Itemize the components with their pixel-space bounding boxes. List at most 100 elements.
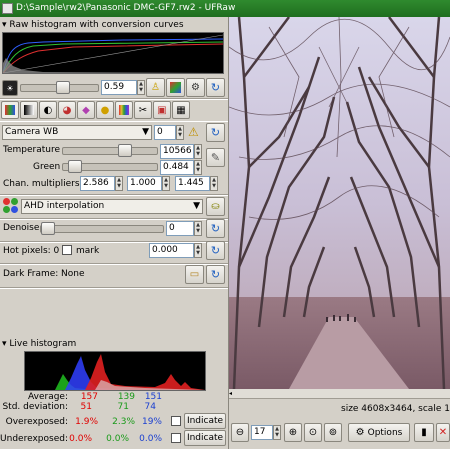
- cancel-button[interactable]: ✕: [436, 423, 450, 442]
- controls-panel: ▾ Raw histogram with conversion curves ☀…: [0, 17, 228, 449]
- wb-fine-tune-input[interactable]: 0: [154, 125, 176, 140]
- underexposed-indicate-button[interactable]: Indicate: [184, 430, 226, 446]
- divider: [0, 194, 228, 196]
- multiplier-green-input[interactable]: 1.000: [127, 176, 162, 191]
- hot-pixels-label: Hot pixels: 0: [3, 246, 60, 256]
- denoise-input[interactable]: 0: [166, 221, 194, 236]
- underexposed-checkbox[interactable]: [171, 433, 181, 443]
- multiplier-blue-input[interactable]: 1.445: [175, 176, 210, 191]
- multiplier-green-spinner[interactable]: ▲ ▼: [162, 176, 170, 191]
- tab-exif[interactable]: ▦: [172, 101, 190, 119]
- live-histogram-graph: [55, 354, 205, 390]
- restore-details-button[interactable]: [166, 78, 185, 97]
- lightness-icon: ●: [100, 104, 110, 116]
- green-slider-thumb[interactable]: [68, 160, 82, 173]
- exposure-input[interactable]: 0.59: [101, 80, 137, 95]
- live-histogram[interactable]: [24, 351, 206, 391]
- interpolation-options-button[interactable]: ⛀: [206, 197, 225, 216]
- multiplier-red-input[interactable]: 2.586: [80, 176, 115, 191]
- hot-pixels-spinner[interactable]: ▲ ▼: [194, 243, 202, 258]
- status-area: ◂ size 4608x3464, scale 1/6: [229, 389, 450, 419]
- divider: [0, 98, 228, 100]
- wb-preset-select[interactable]: Camera WB ▼: [2, 125, 152, 140]
- red-curve: [2, 43, 224, 74]
- temperature-slider-thumb[interactable]: [118, 144, 132, 157]
- tab-grayscale[interactable]: [20, 101, 38, 119]
- overexposed-checkbox[interactable]: [171, 416, 181, 426]
- underexposed-red: 0.0%: [69, 434, 92, 444]
- options-button[interactable]: ⚙ Options: [348, 423, 410, 442]
- tab-lens[interactable]: [115, 101, 133, 119]
- reset-wb-button[interactable]: ↻: [206, 123, 225, 142]
- wb-fine-tune-spinner[interactable]: ▲ ▼: [176, 125, 184, 140]
- tab-lightness[interactable]: ●: [96, 101, 114, 119]
- raw-histogram-label: Raw histogram with conversion curves: [9, 20, 184, 30]
- scroll-left-icon[interactable]: ◂: [229, 389, 237, 398]
- cancel-icon: ✕: [438, 427, 448, 438]
- interpolation-select[interactable]: AHD interpolation ▼: [21, 199, 203, 214]
- denoise-label: Denoise: [3, 223, 40, 233]
- denoise-slider-thumb[interactable]: [41, 222, 55, 235]
- horizontal-scrollbar[interactable]: ◂: [229, 389, 450, 399]
- interpolation-icon: [3, 198, 19, 214]
- green-label: Green: [33, 162, 61, 172]
- corrections-icon: ◆: [82, 104, 90, 116]
- tab-base-curve[interactable]: ◐: [39, 101, 57, 119]
- divider: [0, 218, 228, 220]
- tab-white-balance[interactable]: [1, 101, 19, 119]
- tab-color-management[interactable]: ◕: [58, 101, 76, 119]
- zoom-spinner[interactable]: ▲ ▼: [273, 425, 281, 440]
- restore-details-icon: [170, 82, 181, 93]
- tab-page-border: [0, 121, 228, 122]
- zoom-out-button[interactable]: ⊖: [231, 423, 249, 442]
- denoise-spinner[interactable]: ▲ ▼: [194, 221, 202, 236]
- reset-dark-frame-button[interactable]: ↻: [206, 265, 225, 284]
- tab-save[interactable]: ▣: [153, 101, 171, 119]
- green-spinner[interactable]: ▲ ▼: [194, 160, 202, 175]
- overexposed-indicate-button[interactable]: Indicate: [184, 413, 226, 429]
- folder-icon: ▭: [189, 269, 200, 280]
- raw-histogram[interactable]: [2, 32, 224, 74]
- reset-icon: ↻: [210, 222, 221, 235]
- zoom-input[interactable]: 17: [251, 425, 273, 440]
- options-icon: ⚙: [355, 427, 365, 438]
- dark-frame-label: Dark Frame:: [3, 269, 59, 279]
- zoom-in-button[interactable]: ⊕: [284, 423, 302, 442]
- image-preview[interactable]: [229, 17, 450, 389]
- zoom-fit-button[interactable]: ⊙: [304, 423, 322, 442]
- overexposed-blue: 19%: [141, 417, 162, 427]
- tab-crop-rotate[interactable]: ✂: [134, 101, 152, 119]
- spot-wb-button[interactable]: ✎: [206, 148, 225, 167]
- temperature-slider[interactable]: [62, 147, 158, 155]
- exposure-icon: ☀: [2, 80, 18, 96]
- mark-hot-pixels-checkbox[interactable]: [62, 245, 72, 255]
- denoise-slider[interactable]: [40, 225, 164, 233]
- underexposed-green: 0.0%: [106, 434, 129, 444]
- green-input[interactable]: 0.484: [160, 160, 194, 175]
- load-dark-frame-button[interactable]: ▭: [185, 265, 204, 284]
- temperature-spinner[interactable]: ▲ ▼: [194, 144, 202, 159]
- reset-hot-pixels-button[interactable]: ↻: [206, 241, 225, 260]
- multiplier-blue-spinner[interactable]: ▲ ▼: [210, 176, 218, 191]
- delete-button[interactable]: ▮: [414, 423, 434, 442]
- tab-corrections[interactable]: ◆: [77, 101, 95, 119]
- temperature-input[interactable]: 10566: [160, 144, 194, 159]
- reset-exposure-button[interactable]: ↻: [206, 78, 225, 97]
- exposure-slider-thumb[interactable]: [56, 81, 70, 94]
- base-curve-icon: ◐: [43, 104, 53, 116]
- clip-settings-button[interactable]: ⚙: [186, 78, 205, 97]
- auto-exposure-button[interactable]: ♙: [146, 78, 165, 97]
- live-histogram-expander[interactable]: ▾ Live histogram: [2, 339, 226, 350]
- reset-icon: ↻: [210, 126, 221, 139]
- zoom-100-button[interactable]: ⊚: [324, 423, 342, 442]
- raw-histogram-area: [3, 58, 223, 73]
- preview-photo: [229, 17, 450, 389]
- multiplier-red-spinner[interactable]: ▲ ▼: [115, 176, 123, 191]
- tab-strip: ◐ ◕ ◆ ● ✂ ▣ ▦: [1, 101, 227, 120]
- auto-exposure-icon: ♙: [151, 82, 160, 93]
- reset-denoise-button[interactable]: ↻: [206, 219, 225, 238]
- exposure-spinner[interactable]: ▲ ▼: [137, 80, 145, 95]
- window-title-bar[interactable]: D:\Sample\rw2\Panasonic DMC-GF7.rw2 - UF…: [0, 0, 450, 17]
- hot-pixels-threshold-input[interactable]: 0.000: [149, 243, 194, 258]
- raw-histogram-expander[interactable]: ▾ Raw histogram with conversion curves: [2, 20, 226, 31]
